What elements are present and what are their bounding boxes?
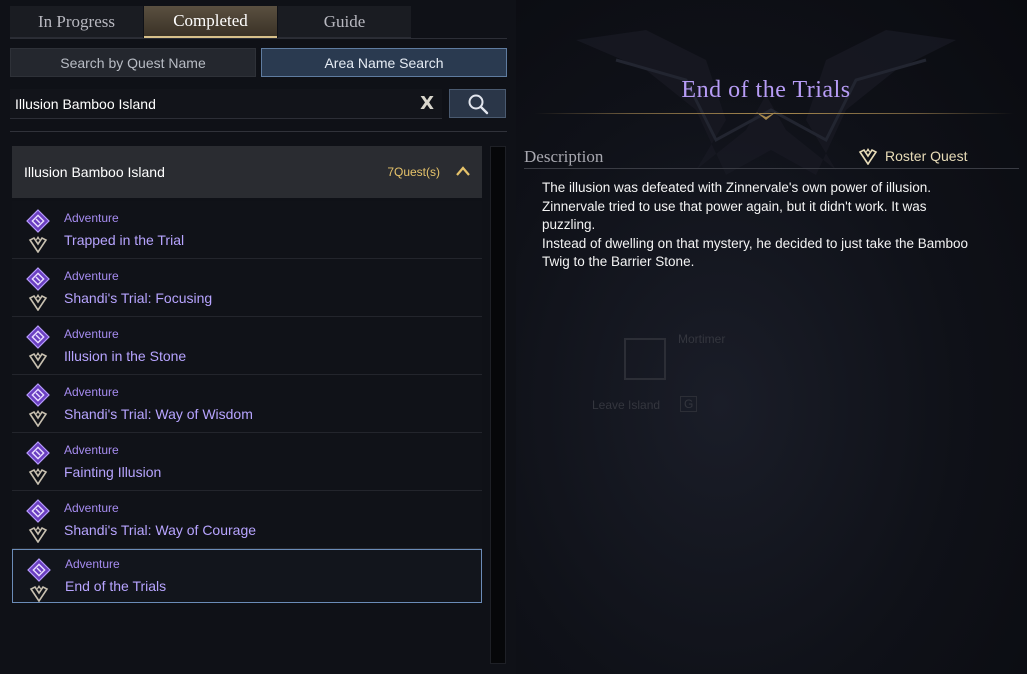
description-heading: Description — [524, 147, 604, 166]
quest-category: Adventure — [64, 269, 119, 283]
clear-icon[interactable]: X — [420, 93, 434, 114]
roster-quest-icon — [858, 148, 878, 165]
quest-category: Adventure — [64, 211, 119, 225]
quest-category: Adventure — [64, 501, 119, 515]
quest-count: 7Quest(s) — [387, 165, 440, 179]
npc-label: Mortimer — [678, 332, 726, 346]
adventure-quest-icon — [26, 325, 50, 354]
adventure-quest-icon — [26, 499, 50, 528]
quest-description: The illusion was defeated with Zinnerval… — [542, 179, 982, 272]
divider — [10, 131, 507, 132]
quest-journal-panel: In Progress Completed Guide Search by Qu… — [0, 0, 516, 674]
quest-list-item[interactable]: Adventure Shandi's Trial: Way of Courage — [12, 491, 482, 549]
quest-category: Adventure — [64, 385, 119, 399]
quest-category: Adventure — [64, 327, 119, 341]
collapse-chevron-icon[interactable] — [456, 164, 470, 180]
roster-quest-icon — [28, 235, 48, 258]
search-input-value: Illusion Bamboo Island — [15, 95, 156, 112]
search-mode-toggle: Search by Quest Name Area Name Search — [10, 48, 507, 77]
quest-list: Adventure Trapped in the Trial Adventure Sh… — [12, 201, 482, 603]
quest-title: End of the Trials — [681, 77, 851, 103]
quest-list-item[interactable]: Adventure End of the Trials — [12, 549, 482, 603]
quest-name: Trapped in the Trial — [64, 232, 185, 248]
roster-quest-tag: Roster Quest — [858, 147, 967, 165]
roster-quest-icon — [28, 409, 48, 432]
tab-divider — [10, 38, 507, 39]
quest-name: Shandi's Trial: Way of Wisdom — [64, 406, 253, 422]
quest-list-item[interactable]: Adventure Trapped in the Trial — [12, 201, 482, 259]
roster-quest-icon — [28, 467, 48, 490]
title-divider — [534, 113, 1014, 114]
roster-quest-icon — [28, 351, 48, 374]
adventure-quest-icon — [26, 267, 50, 296]
search-by-quest-name-button[interactable]: Search by Quest Name — [10, 48, 256, 77]
leave-island-label: Leave Island — [592, 398, 661, 412]
adventure-quest-icon — [26, 441, 50, 470]
roster-quest-label: Roster Quest — [885, 148, 968, 164]
area-group-header[interactable]: Illusion Bamboo Island 7Quest(s) — [12, 146, 482, 198]
quest-list-item[interactable]: Adventure Shandi's Trial: Way of Wisdom — [12, 375, 482, 433]
description-paragraph: Instead of dwelling on that mystery, he … — [542, 235, 969, 270]
quest-list-item[interactable]: Adventure Shandi's Trial: Focusing — [12, 259, 482, 317]
quest-list-item[interactable]: Adventure Illusion in the Stone — [12, 317, 482, 375]
quest-detail-panel: End of the Trials Description Roster Que… — [516, 0, 1027, 674]
adventure-quest-icon — [27, 558, 51, 587]
tab-bar: In Progress Completed Guide — [10, 6, 412, 38]
roster-quest-icon — [28, 293, 48, 316]
adventure-quest-icon — [26, 209, 50, 238]
description-paragraph: The illusion was defeated with Zinnerval… — [542, 180, 932, 232]
roster-quest-icon — [28, 525, 48, 548]
tab-in-progress[interactable]: In Progress — [10, 6, 143, 38]
quest-list-item[interactable]: Adventure Fainting Illusion — [12, 433, 482, 491]
scrollbar[interactable] — [490, 146, 506, 664]
area-group-name: Illusion Bamboo Island — [24, 164, 165, 180]
quest-name: Fainting Illusion — [64, 464, 162, 480]
search-input[interactable]: Illusion Bamboo Island X — [10, 89, 442, 119]
description-divider — [524, 168, 1019, 169]
search-icon — [468, 94, 488, 114]
search-button[interactable] — [449, 89, 506, 118]
tab-completed[interactable]: Completed — [144, 6, 277, 38]
adventure-quest-icon — [26, 383, 50, 412]
quest-name: Shandi's Trial: Way of Courage — [64, 522, 257, 538]
tab-guide[interactable]: Guide — [278, 6, 411, 38]
quest-name: End of the Trials — [65, 578, 167, 594]
roster-quest-icon — [29, 584, 49, 607]
hotkey-badge: G — [680, 396, 698, 412]
area-name-search-button[interactable]: Area Name Search — [261, 48, 507, 77]
quest-category: Adventure — [64, 443, 119, 457]
quest-name: Shandi's Trial: Focusing — [64, 290, 213, 306]
quest-name: Illusion in the Stone — [64, 348, 187, 364]
quest-category: Adventure — [65, 557, 120, 571]
exit-door-icon — [624, 338, 666, 380]
